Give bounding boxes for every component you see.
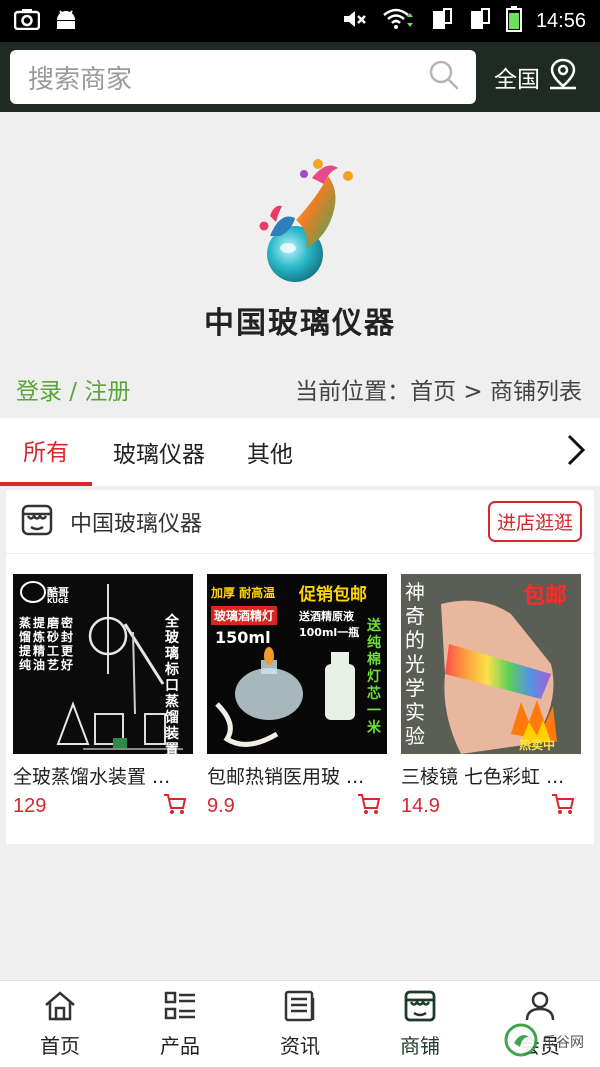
watermark-text: 乐谷网 <box>542 1035 584 1051</box>
product-image-caption: 送纯棉灯芯一米 <box>367 618 381 736</box>
tabs-more-button[interactable] <box>566 418 600 486</box>
store-icon <box>403 990 437 1026</box>
product-item[interactable]: 加厚 耐高温 促销包邮 玻璃酒精灯 送酒精原液 150ml 100ml一瓶 送纯… <box>207 574 387 819</box>
tab-glass-instruments[interactable]: 玻璃仪器 <box>92 418 226 486</box>
product-price: 129 <box>13 794 47 817</box>
battery-icon <box>505 6 522 36</box>
status-bar: 14:56 <box>0 0 600 42</box>
home-icon <box>43 990 77 1026</box>
product-image-caption: 加厚 耐高温 <box>211 586 276 600</box>
product-image-caption: 密封更好 <box>61 616 74 672</box>
location-pin-icon <box>548 58 578 96</box>
sim1-icon <box>430 7 454 35</box>
nav-home[interactable]: 首页 <box>0 981 120 1067</box>
user-icon <box>523 990 557 1026</box>
search-placeholder: 搜索商家 <box>28 64 133 95</box>
product-image-caption: 送酒精原液 <box>299 610 354 623</box>
product-image-caption: 150ml <box>215 628 271 647</box>
tab-other[interactable]: 其他 <box>226 418 314 486</box>
product-image-caption: 提炼精油 <box>33 616 46 672</box>
product-image-caption: 磨砂工艺 <box>47 616 60 672</box>
android-icon <box>54 8 78 34</box>
cart-icon[interactable] <box>163 793 187 819</box>
nav-products-label: 产品 <box>160 1033 200 1058</box>
breadcrumb-row: 登录 / 注册 当前位置：首页 > 商铺列表 <box>0 360 600 418</box>
top-header: 搜索商家 全国 <box>0 42 600 112</box>
product-image[interactable]: 包邮 神奇的光学实验 热卖中 <box>401 574 581 754</box>
watermark-logo-icon <box>504 1023 538 1061</box>
product-footer: 9.9 <box>207 793 387 819</box>
shop-banner: 中国玻璃仪器 <box>0 112 600 360</box>
product-title[interactable]: 包邮热销医用玻 ... <box>207 762 387 789</box>
product-footer: 14.9 <box>401 793 581 819</box>
nav-home-label: 首页 <box>40 1033 80 1058</box>
product-image-caption: 玻璃酒精灯 <box>211 606 278 625</box>
search-icon[interactable] <box>428 59 460 95</box>
brand-title: 中国玻璃仪器 <box>204 306 396 341</box>
product-price: 9.9 <box>207 794 235 817</box>
brand-logo <box>240 156 360 290</box>
product-list: 酷哥 KUGE 全玻璃标口蒸馏装置 蒸馏提纯 提炼精油 磨砂工艺 密封更好 全玻… <box>6 554 594 819</box>
nav-products[interactable]: 产品 <box>120 981 240 1067</box>
login-register-link[interactable]: 登录 / 注册 <box>16 372 130 406</box>
product-image-caption: 100ml一瓶 <box>299 626 360 639</box>
product-image-caption: 神奇的光学实验 <box>405 580 425 748</box>
cart-icon[interactable] <box>551 793 575 819</box>
cart-icon[interactable] <box>357 793 381 819</box>
shop-name: 中国玻璃仪器 <box>70 511 203 537</box>
product-footer: 129 <box>13 793 193 819</box>
product-title[interactable]: 三棱镜 七色彩虹 ... <box>401 762 581 789</box>
screenshot-icon <box>13 8 41 34</box>
nav-news-label: 资讯 <box>280 1033 320 1058</box>
product-image-caption: 包邮 <box>523 584 568 609</box>
list-icon <box>163 990 197 1026</box>
product-item[interactable]: 酷哥 KUGE 全玻璃标口蒸馏装置 蒸馏提纯 提炼精油 磨砂工艺 密封更好 全玻… <box>13 574 193 819</box>
product-image-caption: 蒸馏提纯 <box>19 616 32 672</box>
product-image[interactable]: 加厚 耐高温 促销包邮 玻璃酒精灯 送酒精原液 150ml 100ml一瓶 送纯… <box>207 574 387 754</box>
product-image-caption: 全玻璃标口蒸馏装置 <box>165 614 179 754</box>
nav-news[interactable]: 资讯 <box>240 981 360 1067</box>
product-image-promo: 促销包邮 <box>299 585 367 605</box>
shop-header: 中国玻璃仪器 进店逛逛 <box>6 490 594 554</box>
store-icon <box>20 503 54 541</box>
nav-stores-label: 商铺 <box>400 1033 440 1058</box>
product-price: 14.9 <box>401 794 440 817</box>
chevron-right-icon <box>566 433 586 471</box>
region-selector[interactable]: 全国 <box>494 58 578 96</box>
news-icon <box>283 990 317 1026</box>
product-image-brand-en: KUGE <box>47 597 69 605</box>
shop-card: 中国玻璃仪器 进店逛逛 酷哥 KUGE 全玻璃标口蒸馏装置 蒸馏提纯 提炼精油 … <box>6 490 594 844</box>
search-input[interactable]: 搜索商家 <box>10 50 476 104</box>
watermark: 乐谷网 <box>504 1023 594 1061</box>
tab-all[interactable]: 所有 <box>0 418 92 486</box>
wifi-icon <box>382 7 416 35</box>
clock: 14:56 <box>535 9 586 32</box>
visit-shop-button[interactable]: 进店逛逛 <box>487 501 582 542</box>
sim2-icon <box>468 7 492 35</box>
category-tabs: 所有 玻璃仪器 其他 <box>0 418 600 486</box>
product-item[interactable]: 包邮 神奇的光学实验 热卖中 三棱镜 七色彩虹 ... 14.9 <box>401 574 581 819</box>
product-image[interactable]: 酷哥 KUGE 全玻璃标口蒸馏装置 蒸馏提纯 提炼精油 磨砂工艺 密封更好 <box>13 574 193 754</box>
product-title[interactable]: 全玻蒸馏水装置 ... <box>13 762 193 789</box>
nav-stores[interactable]: 商铺 <box>360 981 480 1067</box>
breadcrumb: 当前位置：首页 > 商铺列表 <box>295 379 582 405</box>
product-image-caption: 热卖中 <box>519 738 556 752</box>
region-label: 全国 <box>494 67 540 93</box>
mute-icon <box>342 8 368 34</box>
